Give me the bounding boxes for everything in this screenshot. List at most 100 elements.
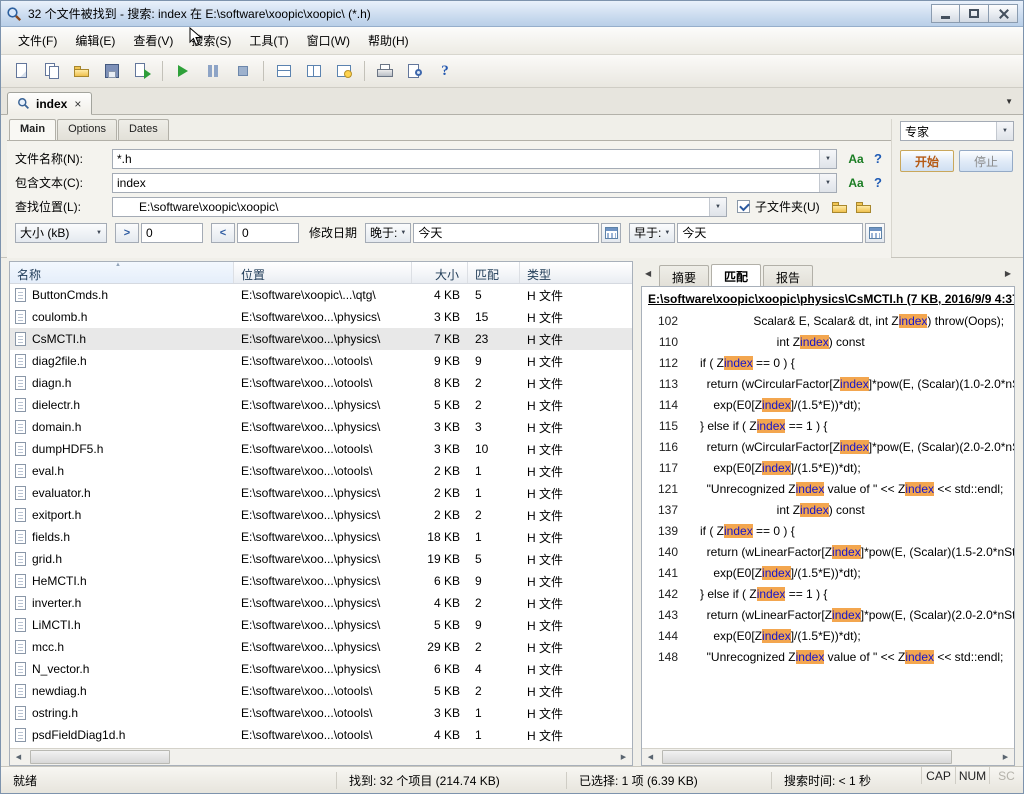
table-row[interactable]: mcc.h E:\software\xoo...\physics\ 29 KB … bbox=[10, 636, 632, 658]
match-line[interactable]: 113 return (wCircularFactor[Zindex]*pow(… bbox=[642, 373, 1014, 394]
export-results-button[interactable] bbox=[128, 58, 156, 84]
table-row[interactable]: CsMCTI.h E:\software\xoo...\physics\ 7 K… bbox=[10, 328, 632, 350]
table-row[interactable]: dumpHDF5.h E:\software\xoo...\otools\ 3 … bbox=[10, 438, 632, 460]
search-mode-combo[interactable]: 专家 bbox=[900, 121, 1014, 141]
look-in-input[interactable] bbox=[113, 198, 709, 216]
table-row[interactable]: ostring.h E:\software\xoo...\otools\ 3 K… bbox=[10, 702, 632, 724]
print-button[interactable] bbox=[371, 58, 399, 84]
menu-item-搜索(S)[interactable]: 搜索(S) bbox=[182, 27, 240, 54]
table-row[interactable]: diagn.h E:\software\xoo...\otools\ 8 KB … bbox=[10, 372, 632, 394]
toggle-split-view-button[interactable] bbox=[300, 58, 328, 84]
after-dropdown[interactable]: 晚于: bbox=[365, 223, 411, 243]
size-greater-button[interactable]: > bbox=[115, 223, 139, 243]
stop-button[interactable]: 停止 bbox=[959, 150, 1013, 172]
table-row[interactable]: domain.h E:\software\xoo...\physics\ 3 K… bbox=[10, 416, 632, 438]
match-line[interactable]: 140 return (wLinearFactor[Zindex]*pow(E,… bbox=[642, 541, 1014, 562]
text-expression-help-button[interactable]: ? bbox=[871, 175, 885, 190]
column-header-matches[interactable]: 匹配 bbox=[468, 262, 520, 283]
criteria-tab-main[interactable]: Main bbox=[9, 119, 56, 140]
search-mode-dropdown-icon[interactable] bbox=[996, 122, 1013, 140]
table-row[interactable]: newdiag.h E:\software\xoo...\otools\ 5 K… bbox=[10, 680, 632, 702]
match-line[interactable]: 143 return (wLinearFactor[Zindex]*pow(E,… bbox=[642, 604, 1014, 625]
menu-item-编辑(E)[interactable]: 编辑(E) bbox=[66, 27, 124, 54]
table-row[interactable]: HeMCTI.h E:\software\xoo...\physics\ 6 K… bbox=[10, 570, 632, 592]
panel-splitter[interactable] bbox=[633, 261, 641, 766]
tab-close-icon[interactable]: × bbox=[73, 97, 82, 111]
after-calendar-button[interactable] bbox=[601, 223, 621, 243]
new-search-button[interactable] bbox=[8, 58, 36, 84]
start-button[interactable]: 开始 bbox=[900, 150, 954, 172]
maximize-button[interactable] bbox=[960, 4, 989, 23]
column-header-name[interactable]: 名称 ▲ bbox=[10, 262, 234, 283]
subfolders-checkbox[interactable] bbox=[737, 200, 750, 213]
match-line[interactable]: 110 int Zindex) const bbox=[642, 331, 1014, 352]
containing-text-dropdown-icon[interactable] bbox=[819, 174, 836, 192]
match-line[interactable]: 116 return (wCircularFactor[Zindex]*pow(… bbox=[642, 436, 1014, 457]
size-max-input[interactable] bbox=[237, 223, 299, 243]
match-line[interactable]: 114 exp(E0[Zindex]/(1.5*E))*dt); bbox=[642, 394, 1014, 415]
table-row[interactable]: eval.h E:\software\xoo...\otools\ 2 KB 1… bbox=[10, 460, 632, 482]
scheduled-searches-button[interactable] bbox=[330, 58, 358, 84]
containing-text-input[interactable] bbox=[113, 174, 819, 192]
browse-folder-button[interactable] bbox=[828, 197, 852, 217]
look-in-dropdown-icon[interactable] bbox=[709, 198, 726, 216]
match-line[interactable]: 102 Scalar& E, Scalar& dt, int Zindex) t… bbox=[642, 310, 1014, 331]
close-button[interactable] bbox=[989, 4, 1018, 23]
scrollbar-thumb[interactable] bbox=[662, 750, 952, 764]
menu-item-文件(F)[interactable]: 文件(F) bbox=[9, 27, 66, 54]
before-calendar-button[interactable] bbox=[865, 223, 885, 243]
match-line[interactable]: 121 "Unrecognized Zindex value of " << Z… bbox=[642, 478, 1014, 499]
preview-tabs-scroll-left-icon[interactable]: ◀ bbox=[645, 269, 651, 278]
filename-combo[interactable] bbox=[112, 149, 837, 169]
help-button[interactable] bbox=[431, 58, 459, 84]
table-row[interactable]: diag2file.h E:\software\xoo...\otools\ 9… bbox=[10, 350, 632, 372]
start-search-button[interactable] bbox=[169, 58, 197, 84]
toggle-results-view-button[interactable] bbox=[270, 58, 298, 84]
size-min-input[interactable] bbox=[141, 223, 203, 243]
save-search-button[interactable] bbox=[98, 58, 126, 84]
pause-search-button[interactable] bbox=[199, 58, 227, 84]
column-header-size[interactable]: 大小 bbox=[412, 262, 468, 283]
column-header-type[interactable]: 类型 bbox=[520, 262, 632, 283]
preview-tab-摘要[interactable]: 摘要 bbox=[659, 265, 709, 286]
copy-results-button[interactable] bbox=[38, 58, 66, 84]
filename-dropdown-icon[interactable] bbox=[819, 150, 836, 168]
match-line[interactable]: 142 } else if ( Zindex == 1 ) { bbox=[642, 583, 1014, 604]
match-line[interactable]: 144 exp(E0[Zindex]/(1.5*E))*dt); bbox=[642, 625, 1014, 646]
table-row[interactable]: inverter.h E:\software\xoo...\physics\ 4… bbox=[10, 592, 632, 614]
before-dropdown[interactable]: 早于: bbox=[629, 223, 675, 243]
preview-tab-报告[interactable]: 报告 bbox=[763, 265, 813, 286]
text-match-case-toggle[interactable]: Aa bbox=[845, 176, 867, 190]
table-row[interactable]: evaluator.h E:\software\xoo...\physics\ … bbox=[10, 482, 632, 504]
scroll-right-icon[interactable]: ▶ bbox=[615, 749, 632, 765]
scroll-left-icon[interactable]: ◀ bbox=[10, 749, 27, 765]
containing-text-combo[interactable] bbox=[112, 173, 837, 193]
menu-item-窗口(W)[interactable]: 窗口(W) bbox=[298, 27, 359, 54]
match-line[interactable]: 115 } else if ( Zindex == 1 ) { bbox=[642, 415, 1014, 436]
table-row[interactable]: ButtonCmds.h E:\software\xoopic\...\qtg\… bbox=[10, 284, 632, 306]
size-unit-dropdown[interactable]: 大小 (kB) bbox=[15, 223, 107, 243]
menu-item-工具(T)[interactable]: 工具(T) bbox=[240, 27, 297, 54]
match-line[interactable]: 148 "Unrecognized Zindex value of " << Z… bbox=[642, 646, 1014, 667]
menu-item-查看(V)[interactable]: 查看(V) bbox=[124, 27, 182, 54]
table-row[interactable]: dielectr.h E:\software\xoo...\physics\ 5… bbox=[10, 394, 632, 416]
preview-file-header[interactable]: E:\software\xoopic\xoopic\physics\CsMCTI… bbox=[642, 289, 1014, 310]
stop-search-button[interactable] bbox=[229, 58, 257, 84]
filename-match-case-toggle[interactable]: Aa bbox=[845, 152, 867, 166]
open-search-button[interactable] bbox=[68, 58, 96, 84]
print-preview-button[interactable] bbox=[401, 58, 429, 84]
minimize-button[interactable] bbox=[931, 4, 960, 23]
table-row[interactable]: coulomb.h E:\software\xoo...\physics\ 3 … bbox=[10, 306, 632, 328]
after-date-input[interactable] bbox=[413, 223, 599, 243]
table-row[interactable]: LiMCTI.h E:\software\xoo...\physics\ 5 K… bbox=[10, 614, 632, 636]
filename-expression-help-button[interactable]: ? bbox=[871, 151, 885, 166]
criteria-tab-options[interactable]: Options bbox=[57, 119, 117, 140]
table-row[interactable]: grid.h E:\software\xoo...\physics\ 19 KB… bbox=[10, 548, 632, 570]
size-less-button[interactable]: < bbox=[211, 223, 235, 243]
search-tab[interactable]: index × bbox=[7, 92, 92, 115]
table-row[interactable]: exitport.h E:\software\xoo...\physics\ 2… bbox=[10, 504, 632, 526]
match-line[interactable]: 139 if ( Zindex == 0 ) { bbox=[642, 520, 1014, 541]
preview-tabs-scroll-right-icon[interactable]: ▶ bbox=[1005, 269, 1011, 278]
tab-list-dropdown-icon[interactable]: ▼ bbox=[1005, 97, 1013, 106]
match-line[interactable]: 112 if ( Zindex == 0 ) { bbox=[642, 352, 1014, 373]
